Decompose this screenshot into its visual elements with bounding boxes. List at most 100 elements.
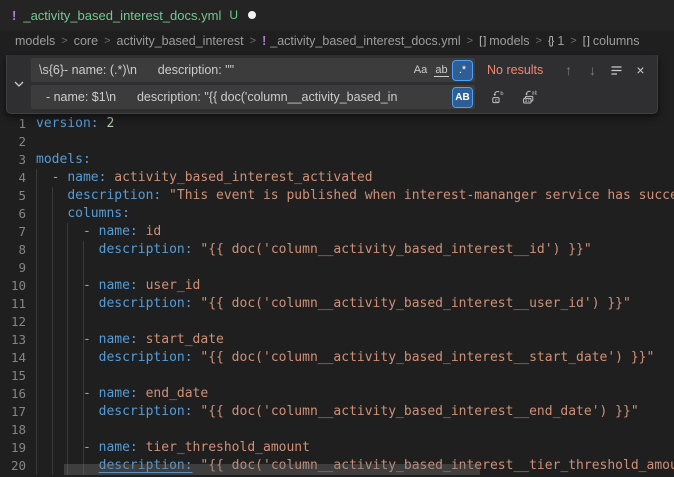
toggle-replace-button[interactable] <box>7 58 31 109</box>
breadcrumb-item[interactable]: models <box>15 34 55 48</box>
replace-input[interactable]: - name: $1\n description: "{{ doc('colum… <box>31 85 475 109</box>
code-line[interactable]: 1version: 2 <box>0 115 674 133</box>
replace-icon: b c <box>490 89 506 105</box>
code-line[interactable]: 10 - name: user_id <box>0 277 674 295</box>
code-line[interactable]: 3models: <box>0 151 674 169</box>
line-number: 6 <box>0 205 26 223</box>
chevron-down-icon <box>12 77 26 91</box>
line-number: 5 <box>0 187 26 205</box>
code-line[interactable]: 5 description: "This event is published … <box>0 187 674 205</box>
indent-guide <box>52 187 53 475</box>
code-line-content: - name: start_date <box>36 331 224 349</box>
breadcrumb-label: 1 <box>557 34 564 48</box>
code-line[interactable]: 7 - name: id <box>0 223 674 241</box>
code-line[interactable]: 15 <box>0 367 674 385</box>
replace-value: - name: $1\n description: "{{ doc('colum… <box>39 90 451 104</box>
preserve-case-toggle[interactable]: AB <box>453 88 472 107</box>
find-value: \s{6}- name: (.*)\n description: "" <box>39 63 409 77</box>
code-line[interactable]: 8 description: "{{ doc('column__activity… <box>0 241 674 259</box>
line-number: 11 <box>0 295 26 313</box>
code-line[interactable]: 9 <box>0 259 674 277</box>
breadcrumb-separator-icon: > <box>467 35 473 47</box>
code-line[interactable]: 4 - name: activity_based_interest_activa… <box>0 169 674 187</box>
line-number: 20 <box>0 457 26 475</box>
breadcrumb-item[interactable]: [ ] models <box>479 34 529 48</box>
svg-text:b: b <box>500 91 503 97</box>
breadcrumb-label: models <box>489 34 529 48</box>
match-case-toggle[interactable]: Aa <box>411 61 430 80</box>
line-number: 17 <box>0 403 26 421</box>
code-line-content: description: "{{ doc('column__activity_b… <box>36 295 631 313</box>
array-icon: [ ] <box>583 35 589 47</box>
breadcrumb-label: columns <box>593 34 640 48</box>
breadcrumb-separator-icon: > <box>536 35 542 47</box>
previous-match-button[interactable]: ↑ <box>558 60 579 81</box>
find-input[interactable]: \s{6}- name: (.*)\n description: "" Aa a… <box>31 58 475 82</box>
code-line[interactable]: 18 <box>0 421 674 439</box>
breadcrumb-label: activity_based_interest <box>117 34 244 48</box>
modified-dot-icon[interactable] <box>248 11 256 19</box>
breadcrumb-item[interactable]: activity_based_interest <box>117 34 244 48</box>
code-line-content: description: "This event is published wh… <box>36 187 674 205</box>
code-area[interactable]: 1version: 223models:4 - name: activity_b… <box>0 52 674 477</box>
tab-file[interactable]: ! _activity_based_interest_docs.yml U <box>0 0 268 30</box>
indent-guide <box>83 241 84 475</box>
line-number: 14 <box>0 349 26 367</box>
breadcrumb-separator-icon: > <box>61 35 67 47</box>
array-icon: [ ] <box>479 35 485 47</box>
breadcrumb-separator-icon: > <box>250 35 256 47</box>
code-line-content: description: "{{ doc('column__activity_b… <box>36 241 592 259</box>
find-results-status: No results <box>487 63 543 77</box>
code-line[interactable]: 17 description: "{{ doc('column__activit… <box>0 403 674 421</box>
git-status-badge: U <box>229 8 238 22</box>
breadcrumb-label: core <box>74 34 98 48</box>
line-number: 2 <box>0 133 26 151</box>
find-nav-buttons: ↑ ↓ × <box>558 60 651 81</box>
code-line[interactable]: 14 description: "{{ doc('column__activit… <box>0 349 674 367</box>
code-line[interactable]: 12 <box>0 313 674 331</box>
line-number: 18 <box>0 421 26 439</box>
breadcrumb-separator-icon: > <box>104 35 110 47</box>
line-number: 7 <box>0 223 26 241</box>
code-line[interactable]: 11 description: "{{ doc('column__activit… <box>0 295 674 313</box>
tab-filename: _activity_based_interest_docs.yml <box>23 8 221 23</box>
code-line-content: version: 2 <box>36 115 114 133</box>
code-line-content: - name: id <box>36 223 161 241</box>
code-line-content: - name: activity_based_interest_activate… <box>36 169 373 187</box>
regex-toggle[interactable]: .* <box>453 61 472 80</box>
code-line[interactable]: 2 <box>0 133 674 151</box>
line-number: 3 <box>0 151 26 169</box>
code-line[interactable]: 19 - name: tier_threshold_amount <box>0 439 674 457</box>
find-widget: \s{6}- name: (.*)\n description: "" Aa a… <box>6 55 658 114</box>
tab-bar: ! _activity_based_interest_docs.yml U <box>0 0 674 30</box>
breadcrumb-label: _activity_based_interest_docs.yml <box>270 34 460 48</box>
whole-word-toggle[interactable]: ab <box>432 61 451 80</box>
replace-button[interactable]: b c <box>487 87 508 108</box>
code-line-content: - name: tier_threshold_amount <box>36 439 310 457</box>
code-line[interactable]: 16 - name: end_date <box>0 385 674 403</box>
horizontal-scrollbar[interactable] <box>64 464 480 475</box>
replace-all-button[interactable]: ab ac <box>518 87 539 108</box>
indent-guide <box>67 223 68 475</box>
breadcrumb-item[interactable]: core <box>74 34 98 48</box>
breadcrumb-item[interactable]: ! _activity_based_interest_docs.yml <box>262 34 461 48</box>
code-line[interactable]: 13 - name: start_date <box>0 331 674 349</box>
breadcrumb-separator-icon: > <box>570 35 576 47</box>
find-in-selection-button[interactable] <box>606 60 627 81</box>
line-number: 4 <box>0 169 26 187</box>
svg-text:ab: ab <box>531 90 536 96</box>
file-icon: ! <box>262 34 266 48</box>
line-number: 12 <box>0 313 26 331</box>
next-match-button[interactable]: ↓ <box>582 60 603 81</box>
find-row: \s{6}- name: (.*)\n description: "" Aa a… <box>31 58 651 82</box>
breadcrumb-item[interactable]: {} 1 <box>548 34 564 48</box>
vscode-window: ! _activity_based_interest_docs.yml U mo… <box>0 0 674 477</box>
line-number: 13 <box>0 331 26 349</box>
close-find-button[interactable]: × <box>630 60 651 81</box>
breadcrumb-item[interactable]: [ ] columns <box>583 34 640 48</box>
yaml-file-icon: ! <box>12 8 16 23</box>
code-line[interactable]: 6 columns: <box>0 205 674 223</box>
line-number: 19 <box>0 439 26 457</box>
object-icon: {} <box>548 35 553 47</box>
code-line-content: columns: <box>36 205 130 223</box>
